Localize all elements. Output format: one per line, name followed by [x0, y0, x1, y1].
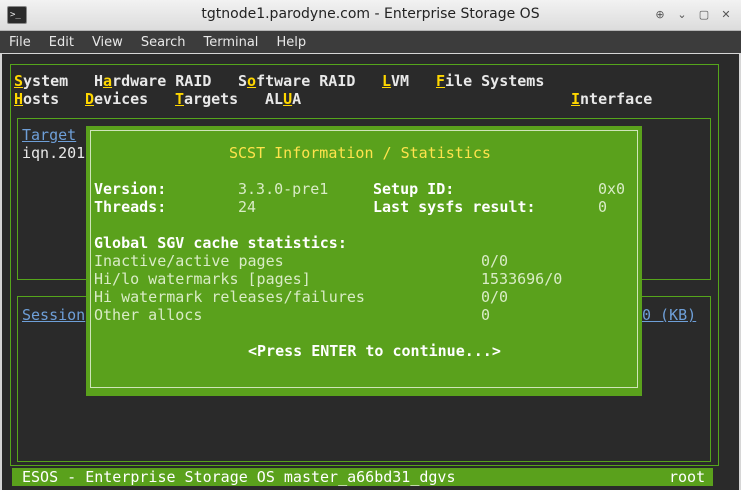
setup-id-label: Setup ID: — [373, 180, 455, 198]
threads-label: Threads: — [94, 198, 167, 216]
status-bar-title: ESOS - Enterprise Storage OS master_a66b… — [22, 468, 456, 486]
minimize-icon[interactable]: ⌄ — [673, 6, 691, 24]
version-value: 3.3.0-pre1 — [238, 180, 329, 198]
tui-menu-hardware-raid[interactable]: Hardware RAID — [94, 72, 211, 90]
tui-menu-hosts[interactable]: Hosts — [14, 90, 59, 108]
continue-button[interactable]: <Press ENTER to continue...> — [248, 342, 501, 360]
window-controls: ⊕ ⌄ ▢ ✕ — [651, 6, 735, 24]
target-column-header[interactable]: Target — [22, 126, 76, 144]
menu-help[interactable]: Help — [267, 35, 315, 50]
maximize-icon[interactable]: ▢ — [695, 6, 713, 24]
stat-value: 0/0 — [481, 288, 509, 306]
target-value: iqn.201 — [22, 144, 86, 162]
tui-menu-devices[interactable]: Devices — [85, 90, 148, 108]
stat-label: Hi/lo watermarks [pages] — [94, 270, 311, 288]
sysfs-result-label: Last sysfs result: — [373, 198, 536, 216]
stat-label: Other allocs — [94, 306, 203, 324]
version-label: Version: — [94, 180, 167, 198]
stat-value: 1533696/0 — [481, 270, 563, 288]
menu-view[interactable]: View — [83, 35, 132, 50]
menu-edit[interactable]: Edit — [40, 35, 83, 50]
kb-column-header[interactable]: 0 (KB) — [642, 306, 696, 324]
stat-label: Inactive/active pages — [94, 252, 284, 270]
tui-menu-alua[interactable]: ALUA — [265, 90, 301, 108]
menu-search[interactable]: Search — [132, 35, 195, 50]
close-icon[interactable]: ✕ — [717, 6, 735, 24]
terminal-screen[interactable]: System Hardware RAID Software RAID LVM F… — [2, 54, 739, 490]
shade-icon[interactable]: ⊕ — [651, 6, 669, 24]
window-titlebar[interactable]: >_ tgtnode1.parodyne.com - Enterprise St… — [0, 0, 741, 31]
tui-menu-lvm[interactable]: LVM — [382, 72, 409, 90]
stat-value: 0/0 — [481, 252, 509, 270]
status-bar: ESOS - Enterprise Storage OS master_a66b… — [12, 468, 713, 486]
terminal-menubar: File Edit View Search Terminal Help — [0, 31, 741, 53]
status-bar-user: root — [669, 468, 706, 486]
tui-menu-file-systems[interactable]: File Systems — [436, 72, 544, 90]
menu-terminal[interactable]: Terminal — [194, 35, 267, 50]
threads-value: 24 — [238, 198, 257, 216]
tui-menu-system[interactable]: System — [14, 72, 68, 90]
stat-label: Hi watermark releases/failures — [94, 288, 365, 306]
tui-menu-interface[interactable]: Interface — [571, 90, 652, 108]
session-column-header[interactable]: Session — [22, 306, 85, 324]
stat-value: 0 — [481, 306, 491, 324]
tui-menu-software-raid[interactable]: Software RAID — [238, 72, 355, 90]
menu-file[interactable]: File — [0, 35, 40, 50]
dialog-title: SCST Information / Statistics — [229, 144, 491, 162]
sgv-cache-heading: Global SGV cache statistics: — [94, 234, 347, 252]
tui-menu-targets[interactable]: Targets — [175, 90, 238, 108]
sysfs-result-value: 0 — [598, 198, 608, 216]
window-title: tgtnode1.parodyne.com - Enterprise Stora… — [201, 6, 540, 22]
scst-info-dialog: SCST Information / Statistics Version: 3… — [86, 126, 642, 396]
setup-id-value: 0x0 — [598, 180, 626, 198]
